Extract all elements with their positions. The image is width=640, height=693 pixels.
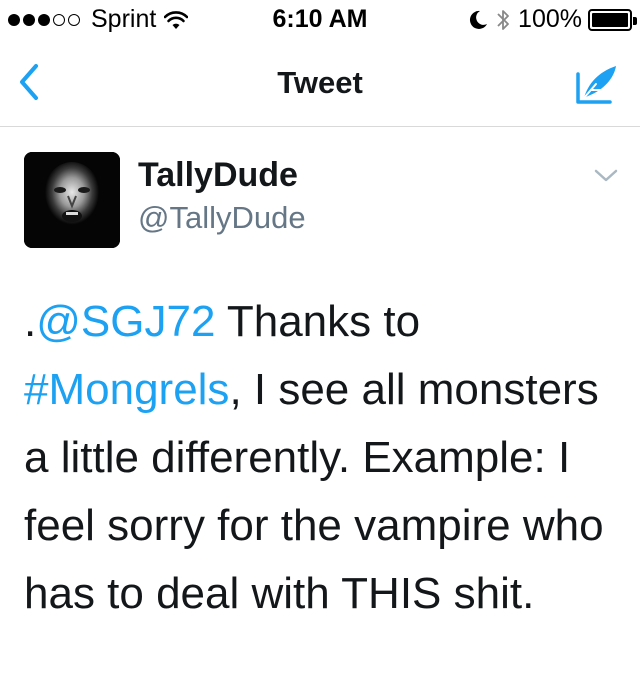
status-right: 100%: [468, 5, 637, 34]
tweet-text: .@SGJ72 Thanks to #Mongrels, I see all m…: [24, 288, 624, 628]
battery-percent: 100%: [518, 5, 582, 33]
chevron-left-icon: [20, 64, 38, 100]
hashtag-link[interactable]: #Mongrels: [24, 365, 229, 414]
page-title: Tweet: [277, 65, 363, 100]
display-name[interactable]: TallyDude: [138, 156, 298, 195]
tweet-text-part: Thanks to: [215, 297, 421, 346]
battery-icon: [588, 8, 637, 31]
compose-tweet-button[interactable]: [574, 64, 620, 108]
tweet-menu-button[interactable]: [592, 166, 620, 186]
avatar-photo: [24, 152, 120, 248]
battery-tip: [633, 16, 637, 25]
mention-link[interactable]: @SGJ72: [36, 297, 215, 346]
moon-icon: [470, 10, 488, 29]
user-handle[interactable]: @TallyDude: [138, 200, 306, 236]
avatar[interactable]: [24, 152, 120, 248]
nav-bar: Tweet: [0, 40, 640, 127]
compose-feather-icon: [576, 66, 616, 104]
tweet-text-prefix: .: [24, 297, 37, 346]
tweet-detail-screen: Sprint 6:10 AM 100% Tweet TallyDude @Tal…: [0, 0, 640, 693]
status-bar: Sprint 6:10 AM 100%: [0, 0, 640, 40]
battery-fill: [592, 12, 628, 27]
back-button[interactable]: [16, 60, 44, 104]
chevron-down-icon: [594, 169, 618, 182]
bluetooth-icon: [497, 9, 509, 30]
